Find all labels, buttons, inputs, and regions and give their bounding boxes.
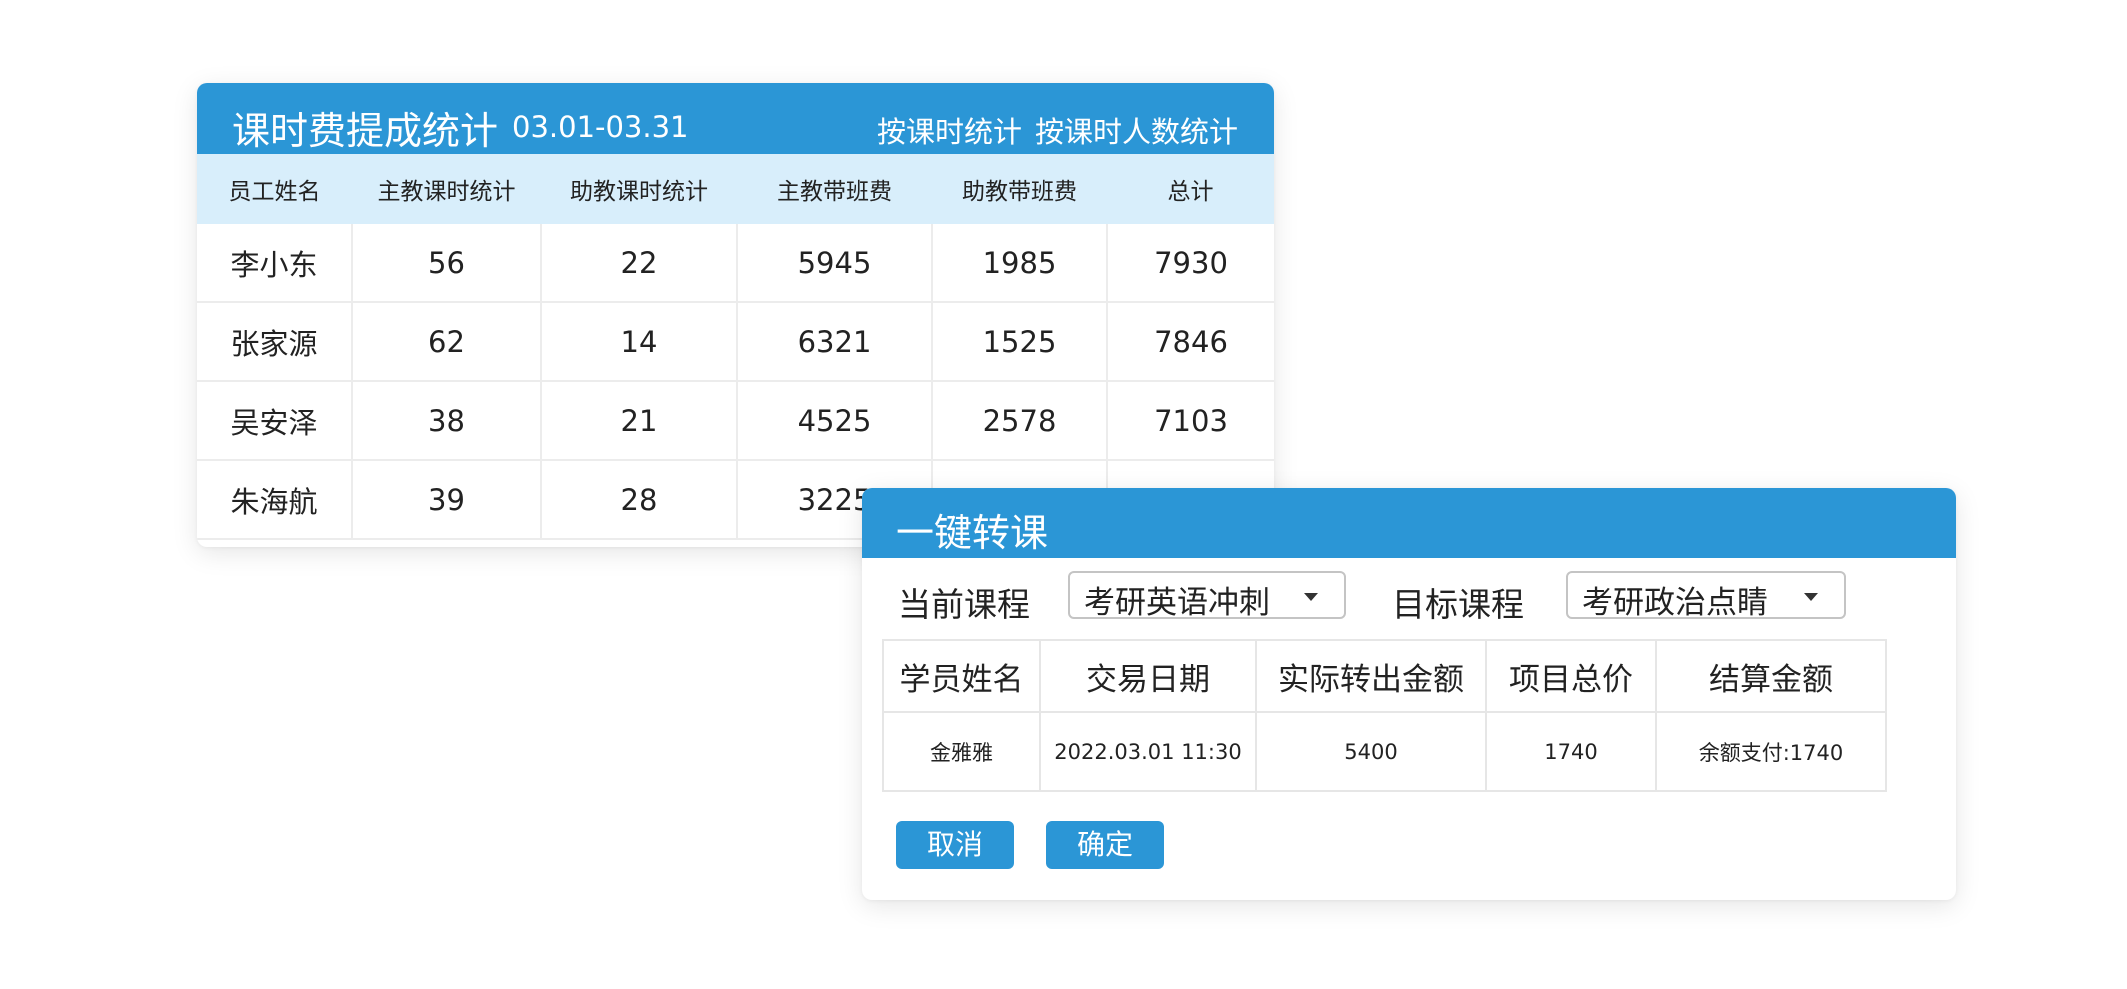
table-cell: 22	[541, 224, 738, 303]
current-course-value: 考研英语冲刺	[1084, 585, 1270, 621]
column-header: 助教带班费	[932, 154, 1107, 224]
column-header: 结算金额	[1655, 639, 1887, 713]
stats-title: 课时费提成统计	[232, 109, 499, 153]
target-course-select[interactable]: 考研政治点睛	[1566, 571, 1846, 621]
transfer-header: 一键转课	[862, 488, 1956, 558]
table-cell: 7846	[1107, 302, 1274, 382]
table-cell: 2578	[932, 381, 1108, 461]
course-select-row: 当前课程 考研英语冲刺 目标课程 考研政治点睛	[862, 571, 1956, 627]
table-row: 吴安泽 38 21 4525 2578 7103	[197, 381, 1274, 461]
student-name: 金雅雅	[882, 711, 1041, 792]
table-cell: 21	[541, 381, 738, 461]
employee-name: 朱海航	[197, 460, 353, 540]
column-header: 总计	[1107, 154, 1274, 224]
table-cell: 14	[541, 302, 738, 382]
table-row: 张家源 62 14 6321 1525 7846	[197, 302, 1274, 382]
current-course-label: 当前课程	[898, 585, 1030, 624]
employee-name: 吴安泽	[197, 381, 353, 461]
confirm-button[interactable]: 确定	[1046, 821, 1164, 869]
current-course-select[interactable]: 考研英语冲刺	[1068, 571, 1346, 621]
stats-table: 员工姓名 主教课时统计 助教课时统计 主教带班费 助教带班费 总计 李小东 56…	[197, 154, 1274, 540]
table-cell: 7930	[1107, 224, 1274, 303]
transaction-date: 2022.03.01 11:30	[1039, 711, 1257, 792]
employee-name: 张家源	[197, 302, 353, 382]
table-cell: 5945	[737, 224, 933, 303]
column-header: 学员姓名	[882, 639, 1041, 713]
mode-by-headcount-link[interactable]: 按课时人数统计	[1035, 109, 1238, 151]
stats-header-row: 员工姓名 主教课时统计 助教课时统计 主教带班费 助教带班费 总计	[197, 154, 1274, 224]
stats-date-range: 03.01-03.31	[512, 110, 689, 144]
table-row: 金雅雅 2022.03.01 11:30 5400 1740 余额支付:1740	[882, 711, 1887, 792]
caret-down-icon	[1304, 593, 1318, 601]
table-cell: 4525	[737, 381, 933, 461]
project-total: 1740	[1485, 711, 1657, 792]
target-course-value: 考研政治点睛	[1582, 585, 1768, 621]
employee-name: 李小东	[197, 224, 353, 303]
cancel-button[interactable]: 取消	[896, 821, 1014, 869]
table-cell: 62	[352, 302, 542, 382]
stats-header: 课时费提成统计 03.01-03.31 按课时统计 按课时人数统计	[197, 83, 1274, 154]
column-header: 员工姓名	[197, 154, 352, 224]
column-header: 主教课时统计	[352, 154, 541, 224]
transfer-title: 一键转课	[896, 511, 1049, 555]
table-cell: 6321	[737, 302, 933, 382]
target-course-label: 目标课程	[1392, 585, 1524, 624]
course-transfer-dialog: 一键转课 当前课程 考研英语冲刺 目标课程 考研政治点睛 学员姓名 交易日期 实…	[862, 488, 1956, 900]
column-header: 主教带班费	[737, 154, 932, 224]
table-cell: 1525	[932, 302, 1108, 382]
transfer-amount: 5400	[1255, 711, 1487, 792]
table-cell: 56	[352, 224, 542, 303]
transfer-table: 学员姓名 交易日期 实际转出金额 项目总价 结算金额 金雅雅 2022.03.0…	[882, 639, 1887, 792]
transfer-header-row: 学员姓名 交易日期 实际转出金额 项目总价 结算金额	[882, 639, 1887, 713]
commission-stats-panel: 课时费提成统计 03.01-03.31 按课时统计 按课时人数统计 员工姓名 主…	[197, 83, 1274, 547]
mode-by-hours-link[interactable]: 按课时统计	[877, 109, 1022, 151]
table-cell: 1985	[932, 224, 1108, 303]
column-header: 项目总价	[1485, 639, 1657, 713]
table-row: 李小东 56 22 5945 1985 7930	[197, 224, 1274, 303]
table-cell: 38	[352, 381, 542, 461]
column-header: 助教课时统计	[541, 154, 737, 224]
column-header: 实际转出金额	[1255, 639, 1487, 713]
table-cell: 7103	[1107, 381, 1274, 461]
table-cell: 39	[352, 460, 542, 540]
column-header: 交易日期	[1039, 639, 1257, 713]
table-cell: 28	[541, 460, 738, 540]
settlement-amount: 余额支付:1740	[1655, 711, 1887, 792]
caret-down-icon	[1804, 593, 1818, 601]
